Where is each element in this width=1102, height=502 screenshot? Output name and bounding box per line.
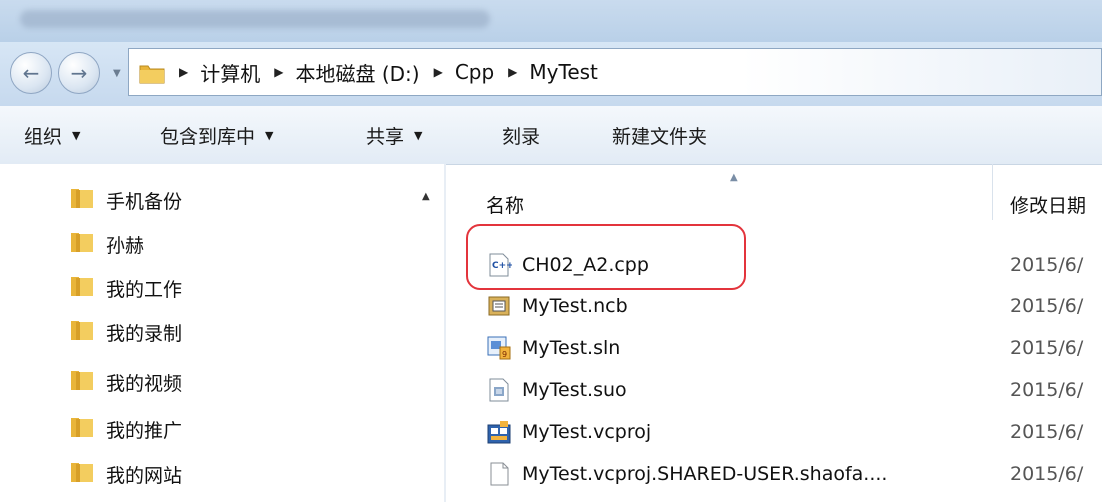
file-name: MyTest.vcproj [522, 421, 652, 443]
folder-icon [70, 319, 94, 346]
file-date: 2015/6/ [1010, 463, 1084, 485]
window-title-bar [0, 0, 1102, 42]
ncb-file-icon [486, 293, 512, 319]
command-toolbar: 组织 ▼ 包含到库中 ▼ 共享 ▼ 刻录 新建文件夹 [0, 106, 1102, 165]
include-in-library-button[interactable]: 包含到库中 ▼ [160, 122, 273, 149]
file-list: ▲ 名称 修改日期 C++ CH02_A2.cpp 2015/6/ MyTest… [446, 164, 1102, 502]
breadcrumb-arrow-icon[interactable]: ▶ [274, 65, 283, 79]
column-header-name[interactable]: 名称 [486, 191, 524, 218]
forward-button[interactable]: → [58, 52, 100, 94]
column-header-date-modified[interactable]: 修改日期 [1010, 191, 1086, 218]
tree-item-label: 我的网站 [106, 464, 183, 487]
burn-label: 刻录 [502, 125, 541, 148]
burn-button[interactable]: 刻录 [502, 122, 540, 149]
navigation-pane: ▲ 手机备份 孙赫 我的工作 我的录制 我的视频 我的推广 我的网站 [0, 164, 446, 502]
file-date: 2015/6/ [1010, 254, 1084, 276]
generic-file-icon [486, 461, 512, 487]
breadcrumb-arrow-icon[interactable]: ▶ [508, 65, 517, 79]
svg-text:9: 9 [502, 350, 507, 359]
file-name: MyTest.sln [522, 337, 621, 359]
forward-arrow-icon: → [70, 61, 88, 85]
file-row[interactable]: MyTest.vcproj 2015/6/ [486, 412, 1102, 452]
tree-item-label: 手机备份 [106, 190, 183, 213]
suo-file-icon [486, 377, 512, 403]
file-date: 2015/6/ [1010, 379, 1084, 401]
back-button[interactable]: ← [10, 52, 52, 94]
file-date: 2015/6/ [1010, 421, 1084, 443]
address-bar-fade [741, 49, 1101, 95]
file-name: MyTest.vcproj.SHARED-USER.shaofa.... [522, 463, 888, 485]
file-name: CH02_A2.cpp [522, 254, 649, 276]
file-date: 2015/6/ [1010, 295, 1084, 317]
tree-item-label: 我的推广 [106, 419, 183, 442]
dropdown-arrow-icon: ▼ [414, 128, 423, 142]
folder-icon [70, 275, 94, 302]
file-row[interactable]: 9 MyTest.sln 2015/6/ [486, 328, 1102, 368]
file-row[interactable]: MyTest.vcproj.SHARED-USER.shaofa.... 201… [486, 454, 1102, 494]
tree-item-label: 孙赫 [106, 234, 145, 257]
tree-item-my-recordings[interactable]: 我的录制 [70, 312, 182, 352]
tree-item-label: 我的录制 [106, 322, 183, 345]
file-row[interactable]: C++ CH02_A2.cpp 2015/6/ [486, 245, 1102, 285]
tree-item-label: 我的工作 [106, 278, 183, 301]
folder-icon [70, 461, 94, 488]
scroll-up-arrow-icon[interactable]: ▲ [422, 191, 430, 202]
share-label: 共享 [366, 125, 405, 148]
column-header-row: ▲ 名称 修改日期 [446, 164, 1102, 220]
file-name: MyTest.suo [522, 379, 627, 401]
tree-item-my-work[interactable]: 我的工作 [70, 268, 182, 308]
blurred-window-title [20, 10, 490, 28]
breadcrumb: ▶ 计算机 ▶ 本地磁盘 (D:) ▶ Cpp ▶ MyTest [165, 58, 598, 87]
breadcrumb-local-disk[interactable]: 本地磁盘 (D:) [295, 58, 419, 87]
breadcrumb-cpp[interactable]: Cpp [455, 60, 494, 84]
folder-icon [70, 369, 94, 396]
file-row[interactable]: MyTest.suo 2015/6/ [486, 370, 1102, 410]
include-in-library-label: 包含到库中 [160, 125, 256, 148]
vcproj-file-icon [486, 419, 512, 445]
breadcrumb-computer[interactable]: 计算机 [200, 58, 260, 87]
back-arrow-icon: ← [22, 61, 40, 85]
sln-file-icon: 9 [486, 335, 512, 361]
breadcrumb-arrow-icon[interactable]: ▶ [434, 65, 443, 79]
address-bar[interactable]: ▶ 计算机 ▶ 本地磁盘 (D:) ▶ Cpp ▶ MyTest [128, 48, 1102, 96]
folder-icon [139, 62, 165, 84]
new-folder-button[interactable]: 新建文件夹 [612, 122, 707, 149]
cpp-file-icon: C++ [486, 252, 514, 278]
file-date: 2015/6/ [1010, 337, 1084, 359]
svg-text:C++: C++ [492, 261, 512, 271]
folder-icon [70, 231, 94, 258]
new-folder-label: 新建文件夹 [612, 125, 708, 148]
column-separator[interactable] [992, 164, 993, 220]
dropdown-arrow-icon: ▼ [72, 128, 81, 142]
tree-item-phone-backup[interactable]: 手机备份 [70, 180, 182, 220]
breadcrumb-arrow-icon[interactable]: ▶ [179, 65, 188, 79]
breadcrumb-mytest[interactable]: MyTest [529, 60, 597, 84]
folder-icon [70, 416, 94, 443]
recent-pages-dropdown-icon[interactable]: ▼ [113, 68, 121, 79]
organize-label: 组织 [24, 125, 63, 148]
tree-item-my-website[interactable]: 我的网站 [70, 454, 182, 494]
share-button[interactable]: 共享 ▼ [366, 122, 422, 149]
tree-item-my-videos[interactable]: 我的视频 [70, 362, 182, 402]
file-row[interactable]: MyTest.ncb 2015/6/ [486, 286, 1102, 326]
folder-icon [70, 187, 94, 214]
navigation-bar: ← → ▼ ▶ 计算机 ▶ 本地磁盘 (D:) ▶ Cpp ▶ MyTest [0, 42, 1102, 106]
tree-item-sunhe[interactable]: 孙赫 [70, 224, 144, 264]
tree-item-my-promotion[interactable]: 我的推广 [70, 409, 182, 449]
file-name: MyTest.ncb [522, 295, 628, 317]
sort-ascending-icon: ▲ [730, 172, 738, 183]
tree-item-label: 我的视频 [106, 372, 183, 395]
dropdown-arrow-icon: ▼ [265, 128, 274, 142]
organize-button[interactable]: 组织 ▼ [24, 122, 80, 149]
